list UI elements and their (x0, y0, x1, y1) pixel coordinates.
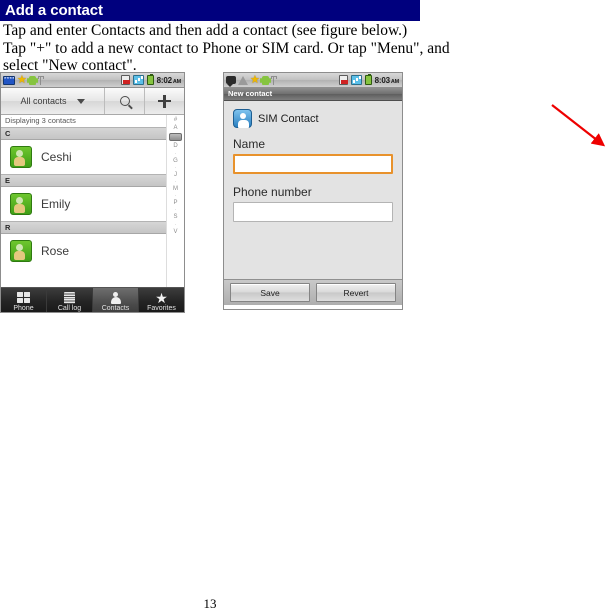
message-badge-icon: **** (3, 75, 15, 85)
page-title: Add a contact (5, 2, 103, 19)
search-button[interactable] (105, 88, 145, 114)
save-button[interactable]: Save (230, 283, 310, 302)
scroll-thumb[interactable] (169, 133, 182, 142)
revert-button[interactable]: Revert (316, 283, 396, 302)
chevron-down-icon (76, 98, 85, 104)
keypad-icon (17, 292, 30, 304)
name-field-label: Name (233, 137, 266, 151)
body-paragraph-1: Tap and enter Contacts and then add a co… (3, 22, 408, 39)
phone-screenshot-new-contact: ★ 8:03AM New contact SIM Contact Name Ph… (223, 72, 403, 310)
status-bar-right: ★ 8:03AM (224, 73, 402, 88)
alphabet-index-strip[interactable]: # A D · G · J · M · P · S · V (166, 115, 184, 287)
phone-number-field-label: Phone number (233, 185, 312, 199)
star-icon: ★ (17, 73, 27, 86)
star-icon: ★ (155, 289, 168, 306)
contacts-scroll-container[interactable]: Displaying 3 contacts C Ceshi E Emily R … (1, 115, 166, 287)
sd-card-icon (338, 75, 348, 85)
usb-icon (37, 75, 44, 85)
add-contact-button[interactable] (145, 88, 184, 114)
contacts-action-bar: All contacts (1, 88, 184, 115)
contact-avatar-icon (10, 146, 32, 168)
status-bar-left: **** ★ 8:02AM (1, 73, 184, 88)
tab-label: Contacts (101, 304, 130, 312)
sim-contact-avatar-icon (233, 109, 252, 128)
page-number: 13 (203, 596, 217, 611)
usb-icon (270, 75, 277, 85)
tab-contacts[interactable]: Contacts (93, 288, 139, 312)
contact-avatar-icon (10, 193, 32, 215)
index-letter[interactable]: J (174, 171, 177, 179)
list-section-header: E (1, 174, 166, 187)
list-item[interactable]: Ceshi (1, 140, 166, 174)
call-log-icon (64, 291, 75, 304)
index-letter[interactable]: # (174, 116, 177, 124)
contact-name: Rose (41, 244, 70, 258)
body-paragraph-2: Tap "+" to add a new contact to Phone or… (3, 39, 450, 57)
status-bar-clock: 8:03AM (374, 75, 400, 85)
index-letter[interactable]: A (173, 124, 177, 132)
tab-phone[interactable]: Phone (1, 288, 47, 312)
plus-icon (158, 94, 171, 108)
list-item[interactable]: Emily (1, 187, 166, 221)
android-icon (259, 75, 271, 85)
signal-bars-icon (132, 75, 144, 85)
account-type-label: SIM Contact (258, 112, 319, 125)
tab-label: Favorites (147, 304, 176, 312)
search-icon (119, 96, 130, 106)
status-bar-clock: 8:02AM (156, 75, 182, 85)
form-button-bar: Save Revert (224, 279, 402, 305)
phone-screenshot-contacts-list: **** ★ 8:02AM All contacts Displaying 3 … (0, 72, 185, 313)
contact-name: Emily (41, 197, 71, 211)
field-spacer (233, 174, 393, 185)
tab-favorites[interactable]: ★ Favorites (139, 288, 184, 312)
battery-icon (364, 74, 372, 85)
tab-label: Call log (57, 304, 82, 312)
name-input[interactable] (233, 154, 393, 174)
displaying-count-label: Displaying 3 contacts (1, 115, 166, 127)
tab-label: Phone (13, 304, 34, 312)
phone-number-input[interactable] (233, 202, 393, 222)
person-icon (110, 291, 121, 304)
warning-icon (238, 75, 248, 85)
contact-name: Ceshi (41, 150, 72, 164)
battery-icon (146, 74, 154, 85)
index-letter[interactable]: S (173, 213, 177, 221)
new-contact-form: SIM Contact Name Phone number (224, 101, 402, 279)
annotation-arrow (551, 104, 606, 147)
star-icon: ★ (250, 73, 260, 86)
list-section-header: C (1, 127, 166, 140)
signal-bars-icon (350, 75, 362, 85)
index-letter[interactable]: M (173, 185, 178, 193)
tab-call-log[interactable]: Call log (47, 288, 93, 312)
page-title-banner: Add a contact (0, 0, 420, 21)
index-letter[interactable]: G (173, 157, 178, 165)
index-letter[interactable]: D (173, 142, 177, 150)
list-section-header: R (1, 221, 166, 234)
index-letter[interactable]: P (173, 199, 177, 207)
document-body: Tap and enter Contacts and then add a co… (3, 22, 450, 75)
bottom-tab-bar: Phone Call log Contacts ★ Favorites (1, 287, 184, 312)
contact-avatar-icon (10, 240, 32, 262)
sd-card-icon (120, 75, 130, 85)
all-contacts-filter-label: All contacts (20, 96, 67, 106)
screen-title: New contact (224, 88, 402, 101)
android-icon (26, 75, 38, 85)
all-contacts-filter-spinner[interactable]: All contacts (1, 88, 105, 114)
list-item[interactable]: Rose (1, 234, 166, 268)
index-letter[interactable]: V (173, 228, 177, 236)
contacts-list-area: Displaying 3 contacts C Ceshi E Emily R … (1, 115, 184, 287)
account-type-row[interactable]: SIM Contact (233, 109, 393, 128)
message-icon (226, 76, 236, 87)
